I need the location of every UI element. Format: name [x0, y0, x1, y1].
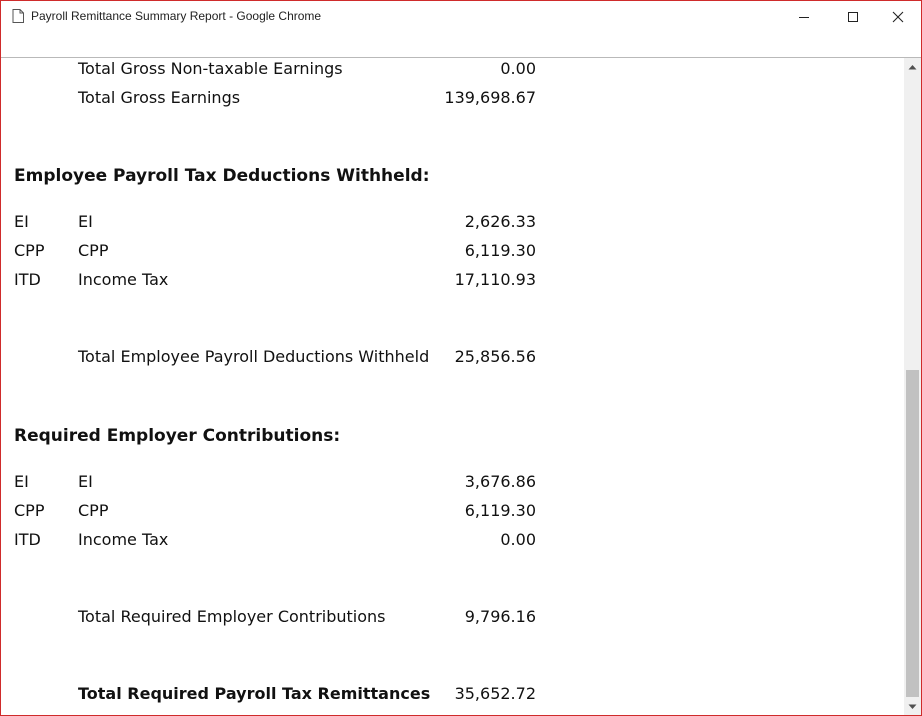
browser-window: Payroll Remittance Summary Report - Goog…	[0, 0, 922, 716]
row-amount: 6,119.30	[464, 501, 536, 520]
scroll-down-button[interactable]	[904, 698, 921, 715]
row-amount: 0.00	[500, 530, 536, 549]
row-label: Total Gross Non-taxable Earnings	[78, 59, 343, 78]
maximize-button[interactable]	[830, 1, 876, 32]
row-amount: 0.00	[500, 59, 536, 78]
scroll-up-arrow-icon	[908, 64, 917, 69]
row-amount: 9,796.16	[464, 607, 536, 626]
grand-total-label: Total Required Payroll Tax Remittances	[78, 684, 431, 703]
report-content: Total Gross Non-taxable Earnings 0.00 To…	[1, 58, 904, 715]
grand-total-amount: 35,652.72	[454, 684, 536, 703]
row-label: EI	[78, 472, 93, 491]
row-label: Total Gross Earnings	[78, 88, 241, 107]
row-amount: 17,110.93	[454, 270, 536, 289]
row-label: Total Employee Payroll Deductions Withhe…	[78, 347, 430, 366]
row-amount: 139,698.67	[444, 88, 536, 107]
employee-deductions-heading: Employee Payroll Tax Deductions Withheld…	[14, 166, 430, 186]
row-amount: 2,626.33	[464, 212, 536, 231]
row-amount: 3,676.86	[464, 472, 536, 491]
row-amount: 6,119.30	[464, 241, 536, 260]
row-code: EI	[14, 472, 29, 491]
row-code: ITD	[14, 530, 41, 549]
row-label: EI	[78, 212, 93, 231]
vertical-scrollbar[interactable]	[904, 58, 921, 715]
row-amount: 25,856.56	[454, 347, 536, 366]
row-code: CPP	[14, 501, 45, 520]
row-code: CPP	[14, 241, 45, 260]
row-label: Total Required Employer Contributions	[78, 607, 386, 626]
row-label: Income Tax	[78, 530, 169, 549]
employer-contributions-heading: Required Employer Contributions:	[14, 426, 341, 446]
minimize-button[interactable]	[781, 1, 827, 32]
scroll-up-button[interactable]	[904, 58, 921, 75]
row-label: CPP	[78, 241, 109, 260]
scroll-thumb[interactable]	[906, 370, 919, 697]
row-label: CPP	[78, 501, 109, 520]
page-icon	[12, 9, 24, 23]
scroll-down-arrow-icon	[908, 704, 917, 709]
window-title: Payroll Remittance Summary Report - Goog…	[31, 9, 322, 23]
maximize-icon	[848, 11, 858, 22]
title-bar: Payroll Remittance Summary Report - Goog…	[1, 1, 921, 33]
row-code: ITD	[14, 270, 41, 289]
close-icon	[892, 11, 904, 22]
row-code: EI	[14, 212, 29, 231]
row-label: Income Tax	[78, 270, 169, 289]
minimize-icon	[799, 16, 809, 18]
address-bar[interactable]	[1, 32, 921, 58]
close-button[interactable]	[875, 1, 921, 32]
